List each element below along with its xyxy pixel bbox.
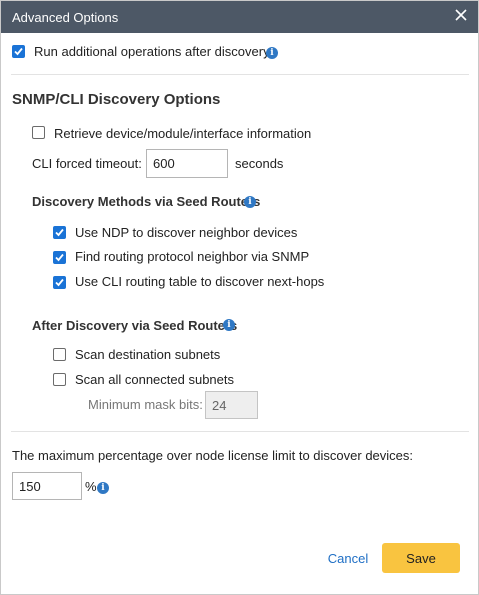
run-additional-label: Run additional operations after discover… bbox=[34, 44, 270, 59]
cancel-button[interactable]: Cancel bbox=[319, 543, 377, 573]
divider bbox=[11, 74, 469, 75]
mask-bits-label: Minimum mask bits: bbox=[88, 397, 203, 412]
info-icon[interactable]: i bbox=[266, 47, 278, 59]
cli-timeout-input[interactable] bbox=[146, 149, 228, 178]
retrieve-info-checkbox[interactable] bbox=[32, 126, 45, 139]
ndp-checkbox[interactable] bbox=[53, 226, 66, 239]
ndp-label: Use NDP to discover neighbor devices bbox=[75, 225, 298, 240]
cli-timeout-label: CLI forced timeout: bbox=[32, 156, 142, 171]
mask-bits-input bbox=[205, 391, 258, 419]
cli-routing-checkbox[interactable] bbox=[53, 276, 66, 289]
dialog-titlebar: Advanced Options bbox=[1, 1, 478, 33]
scan-destination-label: Scan destination subnets bbox=[75, 347, 221, 362]
after-discovery-heading: After Discovery via Seed Routers bbox=[32, 318, 238, 333]
scan-connected-label: Scan all connected subnets bbox=[75, 372, 234, 387]
retrieve-info-label: Retrieve device/module/interface informa… bbox=[54, 126, 312, 141]
license-limit-label: The maximum percentage over node license… bbox=[12, 448, 414, 463]
divider bbox=[11, 431, 469, 432]
dialog-title: Advanced Options bbox=[12, 10, 119, 25]
cli-timeout-unit: seconds bbox=[235, 156, 284, 171]
cli-routing-label: Use CLI routing table to discover next-h… bbox=[75, 274, 325, 289]
scan-connected-checkbox[interactable] bbox=[53, 373, 66, 386]
close-icon[interactable] bbox=[454, 8, 468, 22]
license-limit-unit: % bbox=[85, 479, 97, 494]
seed-methods-heading: Discovery Methods via Seed Routers bbox=[32, 194, 261, 209]
snmp-neighbor-label: Find routing protocol neighbor via SNMP bbox=[75, 249, 310, 264]
snmp-neighbor-checkbox[interactable] bbox=[53, 251, 66, 264]
info-icon[interactable]: i bbox=[244, 196, 256, 208]
snmp-section-heading: SNMP/CLI Discovery Options bbox=[12, 91, 221, 108]
license-limit-input[interactable] bbox=[12, 472, 82, 500]
scan-destination-checkbox[interactable] bbox=[53, 348, 66, 361]
run-additional-checkbox[interactable] bbox=[12, 45, 25, 58]
info-icon[interactable]: i bbox=[223, 319, 235, 331]
advanced-options-dialog: Advanced Options Run additional operatio… bbox=[0, 0, 479, 595]
info-icon[interactable]: i bbox=[97, 482, 109, 494]
save-button[interactable]: Save bbox=[382, 543, 460, 573]
